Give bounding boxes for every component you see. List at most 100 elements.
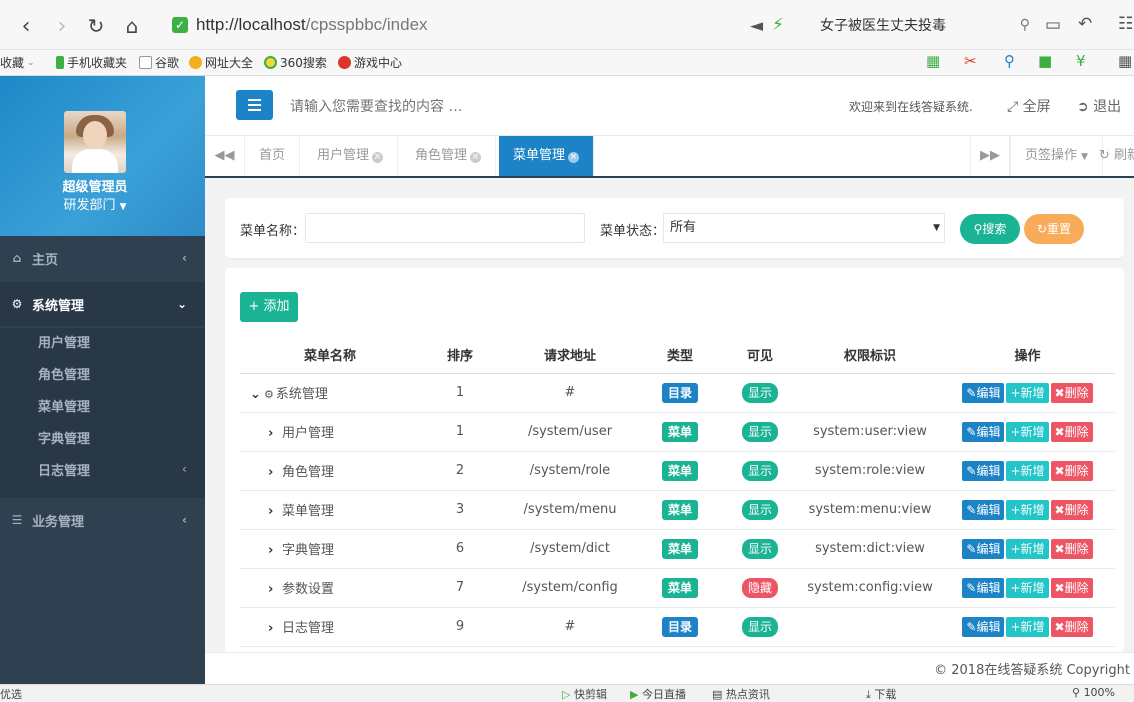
- close-icon[interactable]: ×: [568, 152, 580, 163]
- tab-home[interactable]: 首页: [245, 136, 301, 176]
- lightning-icon[interactable]: ⚡: [772, 15, 784, 35]
- wallet-icon[interactable]: ¥: [1076, 52, 1086, 70]
- edit-button[interactable]: ✎编辑: [962, 499, 1005, 520]
- reader-icon[interactable]: ▭: [1045, 15, 1061, 35]
- sidebar-item-roles[interactable]: 角色管理: [38, 360, 90, 392]
- close-icon[interactable]: ×: [470, 152, 482, 163]
- chevron-down-icon: ▼: [933, 223, 940, 233]
- chevron-left-icon: ‹: [182, 462, 187, 476]
- chevron-down-icon[interactable]: ⌄: [250, 387, 264, 402]
- top-search-input[interactable]: [290, 96, 590, 118]
- search-button[interactable]: ⚲搜索: [960, 214, 1020, 244]
- add-child-button[interactable]: +新增: [1006, 421, 1049, 442]
- cell-menu-name: ⌄ ⚙ 系统管理: [240, 373, 420, 413]
- bookmark-games[interactable]: 游戏中心: [338, 54, 402, 71]
- edit-button[interactable]: ✎编辑: [962, 382, 1005, 403]
- add-child-button[interactable]: +新增: [1006, 499, 1049, 520]
- tab-roles[interactable]: 角色管理 ×: [401, 136, 497, 176]
- delete-button[interactable]: ✖删除: [1050, 382, 1093, 403]
- apps-icon[interactable]: ▦: [1118, 52, 1132, 70]
- cell-permission: system:user:view: [800, 412, 940, 452]
- user-dept-dropdown[interactable]: 研发部门 ▼: [0, 194, 190, 213]
- add-button[interactable]: + 添加: [240, 292, 298, 322]
- sidebar-item-label: 主页: [32, 252, 59, 268]
- reset-button[interactable]: ↻重置: [1024, 214, 1084, 244]
- bookmark-360[interactable]: 360搜索: [264, 54, 327, 71]
- sidebar-item-home[interactable]: ⌂ 主页 ‹: [0, 236, 205, 280]
- refresh-button[interactable]: ↻ 刷新: [1089, 136, 1134, 176]
- close-icon[interactable]: ×: [372, 152, 384, 163]
- cell-actions: ✎编辑 +新增 ✖删除: [940, 412, 1115, 452]
- extension-icon[interactable]: ▦: [926, 52, 940, 70]
- bookmark-mobile[interactable]: 手机收藏夹: [56, 54, 127, 71]
- status-zoom[interactable]: ⚲ 100%: [1072, 686, 1115, 699]
- chevron-right-icon[interactable]: ›: [268, 621, 282, 636]
- delete-button[interactable]: ✖删除: [1050, 421, 1093, 442]
- scissors-icon[interactable]: ✂: [964, 52, 977, 70]
- cell-actions: ✎编辑 +新增 ✖删除: [940, 607, 1115, 647]
- sidebar-item-logs[interactable]: 日志管理: [38, 456, 90, 488]
- type-badge: 目录: [661, 382, 698, 403]
- delete-button[interactable]: ✖删除: [1050, 538, 1093, 559]
- cell-url: /system/role: [500, 451, 640, 491]
- add-child-button[interactable]: +新增: [1006, 460, 1049, 481]
- menu-toggle-button[interactable]: [236, 90, 273, 120]
- tab-users[interactable]: 用户管理 ×: [303, 136, 399, 176]
- back-icon[interactable]: ‹: [12, 12, 40, 40]
- edit-button[interactable]: ✎编辑: [962, 538, 1005, 559]
- add-child-button[interactable]: +新增: [1006, 616, 1049, 637]
- fullscreen-button[interactable]: ⤢ 全屏: [1007, 96, 1051, 116]
- cell-order: 7: [420, 568, 500, 608]
- add-child-button[interactable]: +新增: [1006, 538, 1049, 559]
- menu-grid-icon[interactable]: ☷: [1118, 14, 1133, 34]
- forward-icon[interactable]: ›: [48, 12, 76, 40]
- chevron-right-icon[interactable]: ›: [268, 582, 282, 597]
- tab-menus[interactable]: 菜单管理 ×: [499, 136, 595, 176]
- sidebar-item-users[interactable]: 用户管理: [38, 328, 90, 360]
- browser-search-icon[interactable]: ⚲: [1020, 17, 1030, 33]
- avatar[interactable]: [64, 111, 126, 173]
- delete-button[interactable]: ✖删除: [1050, 616, 1093, 637]
- chevron-right-icon[interactable]: ›: [268, 504, 282, 519]
- edit-button[interactable]: ✎编辑: [962, 577, 1005, 598]
- chevron-right-icon[interactable]: ›: [268, 426, 282, 441]
- edit-button[interactable]: ✎编辑: [962, 616, 1005, 637]
- tabs-scroll-right-icon[interactable]: ▶▶: [970, 136, 1010, 176]
- cell-url: /system/config: [500, 568, 640, 608]
- plus-icon: +: [1010, 502, 1021, 517]
- sidebar-item-system[interactable]: ⚙ 系统管理 ⌄: [0, 282, 205, 326]
- bookmark-favorites[interactable]: 收藏 ⌄: [0, 54, 35, 71]
- logout-button[interactable]: ➲ 退出: [1077, 96, 1121, 116]
- reload-icon[interactable]: ↻: [82, 12, 110, 40]
- directory-icon: [189, 56, 202, 69]
- delete-button[interactable]: ✖删除: [1050, 460, 1093, 481]
- delete-button[interactable]: ✖删除: [1050, 577, 1093, 598]
- bookmark-directory[interactable]: 网址大全: [189, 54, 253, 71]
- sidebar-item-dict[interactable]: 字典管理: [38, 424, 90, 456]
- share-icon[interactable]: ◄: [750, 16, 763, 36]
- gamepad-icon[interactable]: ■: [1038, 52, 1052, 70]
- close-icon: ✖: [1054, 502, 1065, 517]
- edit-button[interactable]: ✎编辑: [962, 460, 1005, 481]
- plus-icon: +: [248, 299, 260, 314]
- bookmark-google[interactable]: 谷歌: [139, 54, 179, 71]
- delete-button[interactable]: ✖删除: [1050, 499, 1093, 520]
- edit-button[interactable]: ✎编辑: [962, 421, 1005, 442]
- undo-icon[interactable]: ↶: [1078, 14, 1092, 34]
- menu-name-input[interactable]: [305, 213, 585, 243]
- address-bar[interactable]: ✓ http://localhost/cpsspbbc/index: [160, 9, 740, 41]
- home-icon[interactable]: ⌂: [118, 12, 146, 40]
- chevron-right-icon[interactable]: ›: [268, 543, 282, 558]
- search-panel: 菜单名称： 菜单状态： 所有 ▼ ⚲搜索 ↻重置: [225, 198, 1124, 258]
- add-child-button[interactable]: +新增: [1006, 577, 1049, 598]
- magnifier-icon[interactable]: ⚲: [1004, 52, 1015, 70]
- url-path: /cpsspbbc/index: [305, 15, 428, 34]
- tabs-scroll-left-icon[interactable]: ◀◀: [205, 136, 245, 176]
- add-child-button[interactable]: +新增: [1006, 382, 1049, 403]
- sidebar-item-menus[interactable]: 菜单管理: [38, 392, 90, 424]
- menu-status-select[interactable]: 所有 ▼: [663, 213, 945, 243]
- browser-search-box[interactable]: 女子被医生丈夫投毒 ⚲: [820, 10, 1030, 40]
- chevron-right-icon[interactable]: ›: [268, 465, 282, 480]
- mobile-icon: [56, 56, 64, 69]
- sidebar-item-business[interactable]: ☰ 业务管理 ‹: [0, 498, 205, 542]
